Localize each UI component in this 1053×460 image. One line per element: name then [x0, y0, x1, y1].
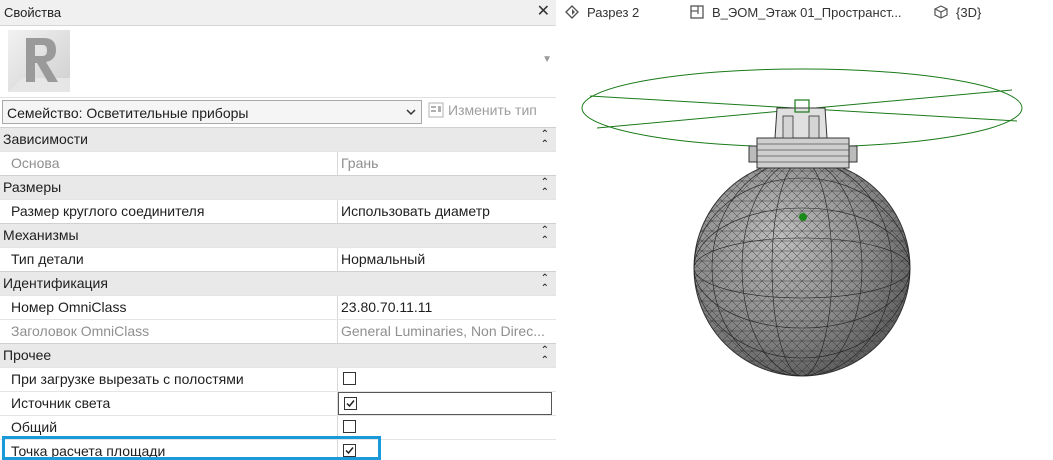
checkbox-cut-with-voids[interactable] — [343, 372, 356, 385]
property-value: Грань — [341, 155, 379, 171]
property-row: Заголовок OmniClass General Luminaries, … — [0, 319, 556, 343]
checkmark-icon — [346, 400, 355, 408]
tab-3d[interactable]: {3D} — [934, 5, 981, 20]
property-value[interactable]: Нормальный — [338, 248, 552, 271]
view-area: Разрез 2 В_ЭОМ_Этаж 01_Пространст... {3D… — [557, 0, 1053, 460]
panel-title: Свойства — [4, 5, 62, 20]
edit-type-button[interactable]: Изменить тип — [428, 102, 537, 122]
close-icon[interactable]: ✕ — [537, 3, 550, 21]
property-name: Точка расчета площади — [0, 440, 338, 460]
group-constraints[interactable]: Зависимости ⌃ ⌃ — [0, 127, 556, 151]
preview-dropdown-icon[interactable]: ▼ — [542, 54, 552, 65]
checkbox-light-source[interactable] — [344, 397, 357, 410]
group-mechanical[interactable]: Механизмы ⌃ ⌃ — [0, 223, 556, 247]
property-row: Тип детали Нормальный — [0, 247, 556, 271]
type-selector-row: Семейство: Осветительные приборы Изменит… — [0, 98, 556, 127]
edit-type-icon — [428, 102, 444, 118]
checkbox-room-calculation-point[interactable] — [343, 444, 356, 457]
tab-section-2[interactable]: Разрез 2 — [565, 5, 639, 20]
group-label: Идентификация — [3, 275, 108, 291]
property-value[interactable]: Использовать диаметр — [338, 200, 552, 223]
tab-label: Разрез 2 — [587, 5, 640, 20]
checkbox-shared[interactable] — [343, 420, 356, 433]
property-name: Источник света — [0, 392, 338, 415]
collapse-icon[interactable]: ⌃ ⌃ — [541, 130, 549, 150]
property-value[interactable]: 23.80.70.11.11 — [338, 296, 552, 319]
property-name: Тип детали — [0, 248, 338, 271]
section-view-icon — [565, 5, 579, 19]
property-value: General Luminaries, Non Direc... — [341, 323, 545, 339]
group-label: Механизмы — [3, 227, 79, 243]
property-row: При загрузке вырезать с полостями — [0, 367, 556, 391]
collapse-icon[interactable]: ⌃ ⌃ — [541, 274, 549, 294]
group-identity[interactable]: Идентификация ⌃ ⌃ — [0, 271, 556, 295]
light-source-point — [799, 213, 807, 221]
revit-logo-icon — [8, 30, 70, 92]
property-row: Точка расчета площади — [0, 439, 556, 460]
property-name: Основа — [0, 152, 338, 175]
property-name: Номер OmniClass — [0, 296, 338, 319]
property-row: Источник света — [0, 391, 556, 415]
view-tabs: Разрез 2 В_ЭОМ_Этаж 01_Пространст... {3D… — [557, 0, 1053, 26]
family-type-select[interactable]: Семейство: Осветительные приборы — [2, 100, 422, 124]
floor-plan-icon — [690, 5, 704, 19]
property-name: Общий — [0, 416, 338, 439]
group-label: Зависимости — [3, 131, 88, 147]
property-value — [338, 440, 552, 460]
chevron-down-icon — [406, 109, 416, 116]
type-preview: ▼ — [0, 26, 556, 98]
property-row: Общий — [0, 415, 556, 439]
property-name: Заголовок OmniClass — [0, 320, 338, 343]
checkmark-icon — [345, 447, 354, 455]
property-name: При загрузке вырезать с полостями — [0, 368, 338, 391]
group-label: Размеры — [3, 179, 62, 195]
sphere-shade — [693, 159, 911, 377]
tab-floor-plan[interactable]: В_ЭОМ_Этаж 01_Пространст... — [690, 5, 902, 20]
properties-grid: Зависимости ⌃ ⌃ Основа Грань Размеры ⌃ ⌃ Р… — [0, 127, 556, 460]
property-row: Размер круглого соединителя Использовать… — [0, 199, 556, 223]
collapse-icon[interactable]: ⌃ ⌃ — [541, 178, 549, 198]
group-dimensions[interactable]: Размеры ⌃ ⌃ — [0, 175, 556, 199]
3d-view-icon — [934, 5, 948, 19]
property-name: Размер круглого соединителя — [0, 200, 338, 223]
group-label: Прочее — [3, 347, 52, 363]
property-value — [338, 416, 552, 439]
group-other[interactable]: Прочее ⌃ ⌃ — [0, 343, 556, 367]
property-row: Номер OmniClass 23.80.70.11.11 — [0, 295, 556, 319]
properties-panel: Свойства ✕ ▼ Семейство: Осветительные пр… — [0, 0, 556, 460]
collapse-icon[interactable]: ⌃ ⌃ — [541, 346, 549, 366]
tab-label: {3D} — [956, 5, 982, 20]
tab-label: В_ЭОМ_Этаж 01_Пространст... — [712, 5, 902, 20]
collapse-icon[interactable]: ⌃ ⌃ — [541, 226, 549, 246]
panel-header: Свойства ✕ — [0, 0, 556, 26]
property-row: Основа Грань — [0, 151, 556, 175]
3d-model-view[interactable] — [557, 26, 1053, 460]
edit-type-label: Изменить тип — [448, 102, 537, 118]
property-value — [338, 392, 552, 415]
property-value — [338, 368, 552, 391]
family-type-label: Семейство: Осветительные приборы — [7, 105, 249, 121]
